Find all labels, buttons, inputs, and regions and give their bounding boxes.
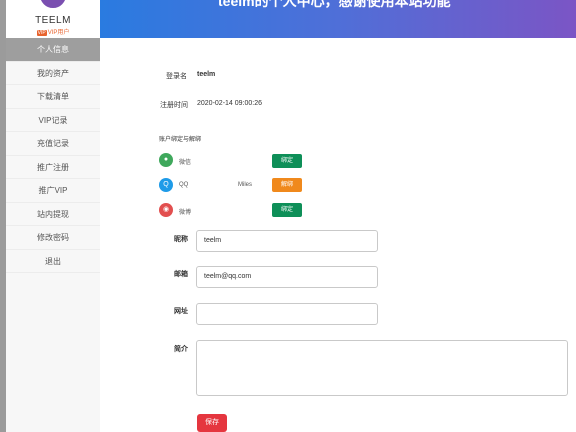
sidebar-item-referral-vip[interactable]: 推广VIP: [6, 179, 100, 203]
nickname-label: 昵称: [174, 236, 188, 243]
wechat-icon: ●: [159, 153, 173, 167]
save-button[interactable]: 保存: [197, 414, 227, 432]
banner-text: teelm的个人中心，感谢使用本站功能: [218, 0, 451, 9]
username: TEELM: [35, 15, 71, 26]
login-name-value: teelm: [197, 71, 216, 78]
vip-badge: VIP VIP用户: [6, 27, 100, 36]
qq-label: QQ: [179, 182, 189, 188]
sidebar-item-withdraw[interactable]: 站内提现: [6, 203, 100, 226]
sidebar-item-referral-register[interactable]: 推广注册: [6, 156, 100, 179]
login-name-label: 登录名: [166, 73, 187, 80]
profile-panel: 登录名 teelm 注册时间 2020-02-14 09:00:26 账户绑定与…: [100, 38, 576, 432]
bind-section-title: 账户绑定与解绑: [159, 137, 202, 143]
header-banner: teelm的个人中心，感谢使用本站功能: [100, 0, 576, 38]
qq-unbind-button[interactable]: 解绑: [272, 178, 302, 192]
sidebar-item-assets[interactable]: 我的资产: [6, 62, 100, 85]
avatar[interactable]: [38, 0, 68, 10]
qq-icon: Q: [159, 178, 173, 192]
email-input[interactable]: teelm@qq.com: [196, 266, 378, 288]
bio-label: 简介: [174, 346, 188, 353]
sidebar-item-recharge-records[interactable]: 充值记录: [6, 132, 100, 156]
vip-icon: VIP: [36, 30, 47, 36]
sidebar-item-profile[interactable]: 个人信息: [6, 38, 100, 62]
wechat-label: 微信: [179, 160, 192, 166]
sidebar-item-change-password[interactable]: 修改密码: [6, 226, 100, 250]
website-input[interactable]: [196, 303, 378, 325]
sidebar-item-vip-records[interactable]: VIP记录: [6, 109, 100, 132]
vip-badge-label: VIP用户: [47, 30, 70, 36]
sidebar-item-downloads[interactable]: 下载清单: [6, 85, 100, 109]
qq-bound-name: Miles: [238, 182, 253, 188]
email-label: 邮箱: [174, 271, 188, 278]
bio-textarea[interactable]: [196, 340, 568, 396]
weibo-icon: ◉: [159, 203, 173, 217]
nickname-input[interactable]: teelm: [196, 230, 378, 252]
user-card: TEELM VIP VIP用户: [6, 0, 100, 38]
sidebar-item-logout[interactable]: 退出: [6, 250, 100, 273]
wechat-bind-button[interactable]: 绑定: [272, 154, 302, 168]
register-time-label: 注册时间: [160, 102, 188, 109]
weibo-bind-button[interactable]: 绑定: [272, 203, 302, 217]
weibo-label: 微博: [179, 210, 192, 216]
website-label: 网址: [174, 308, 188, 315]
register-time-value: 2020-02-14 09:00:26: [197, 100, 262, 107]
sidebar: TEELM VIP VIP用户 个人信息 我的资产 下载清单 VIP记录 充值记录…: [6, 0, 100, 432]
